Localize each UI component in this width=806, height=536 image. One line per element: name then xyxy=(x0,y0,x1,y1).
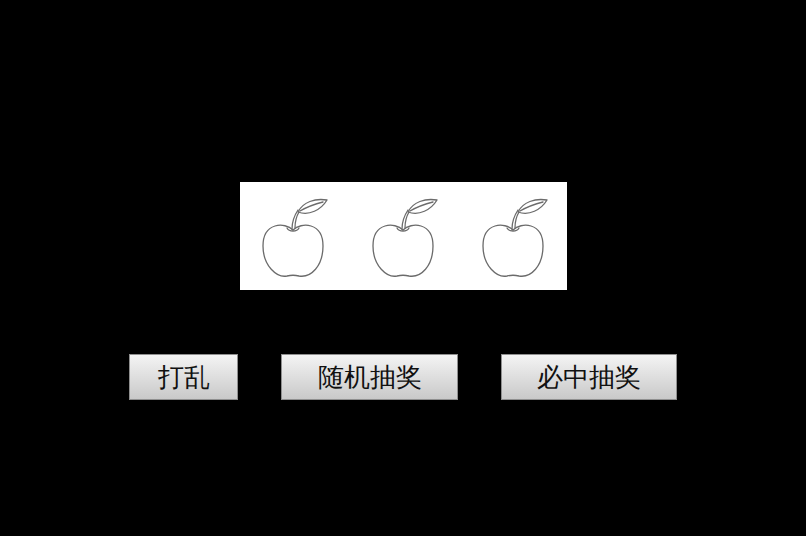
slot-panel xyxy=(240,182,567,290)
apple-icon xyxy=(367,192,439,280)
action-button[interactable]: 必中抽奖 xyxy=(501,354,677,400)
app-screen: 打乱随机抽奖必中抽奖 xyxy=(0,0,806,536)
button-row: 打乱随机抽奖必中抽奖 xyxy=(129,354,677,400)
action-button[interactable]: 随机抽奖 xyxy=(281,354,458,400)
apple-icon xyxy=(477,192,549,280)
action-button[interactable]: 打乱 xyxy=(129,354,238,400)
apple-icon xyxy=(257,192,329,280)
